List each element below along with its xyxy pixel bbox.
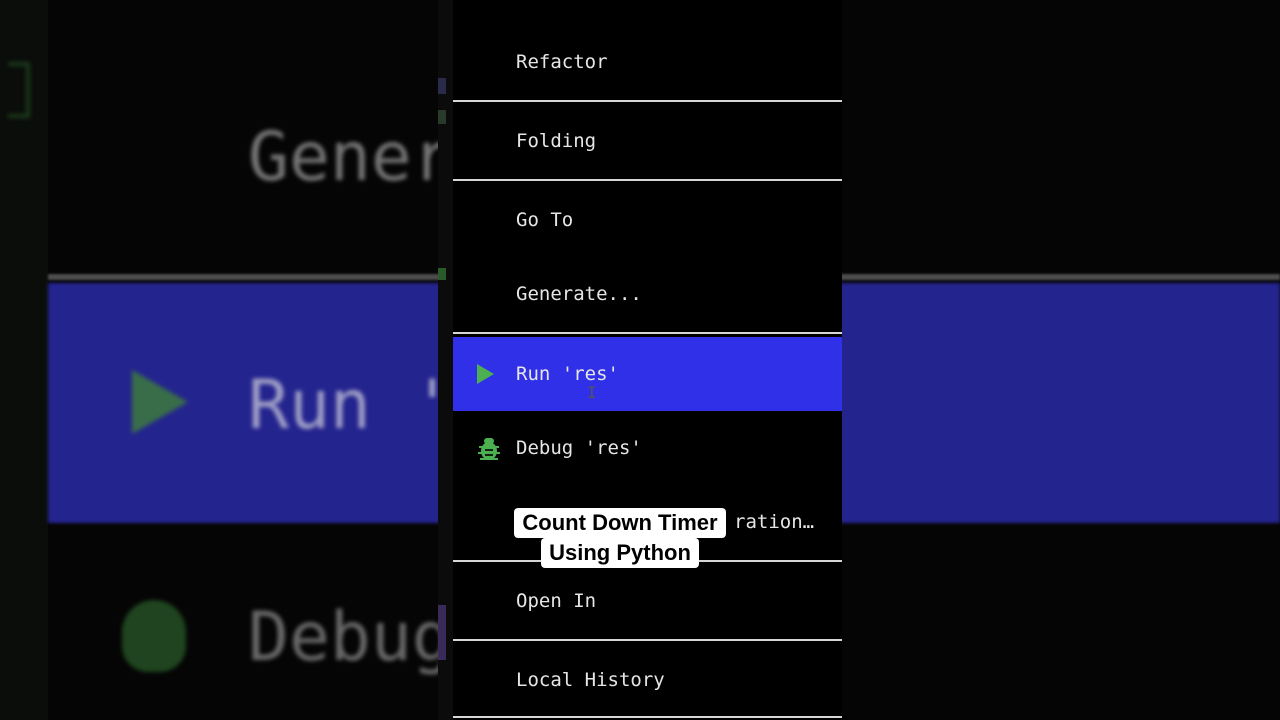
menu-item-label: Folding — [516, 130, 597, 152]
menu-separator — [453, 100, 842, 102]
menu-item-refactor[interactable]: Refactor — [453, 40, 842, 84]
gutter-mark — [438, 78, 446, 94]
menu-item-generate[interactable]: Generate... — [453, 272, 842, 316]
background-debug-text: Debug — [248, 598, 453, 677]
menu-item-label: Run 'res' — [516, 363, 619, 385]
play-icon — [477, 364, 497, 384]
menu-item-local-history[interactable]: Local History — [453, 658, 842, 702]
background-bracket — [8, 62, 30, 118]
editor-gutter — [438, 0, 454, 720]
menu-separator — [453, 179, 842, 181]
menu-separator — [453, 639, 842, 641]
background-bug-icon — [122, 600, 186, 672]
menu-item-label: Debug 'res' — [516, 437, 642, 459]
caption-line-1: Count Down Timer — [514, 508, 726, 538]
menu-separator — [453, 332, 842, 334]
menu-item-label: Generate... — [516, 283, 642, 305]
gutter-mark — [438, 268, 446, 280]
menu-item-go-to[interactable]: Go To — [453, 198, 842, 242]
menu-separator — [453, 716, 842, 718]
menu-item-label: Go To — [516, 209, 574, 231]
menu-item-label: Open In — [516, 590, 597, 612]
background-run-text: Run ' — [248, 366, 453, 445]
menu-item-debug[interactable]: Debug 'res' — [453, 426, 842, 470]
video-caption: Count Down Timer Using Python — [502, 508, 738, 568]
menu-item-label: Refactor — [516, 51, 608, 73]
caption-line-2: Using Python — [541, 538, 699, 568]
menu-item-run[interactable]: Run 'res' — [453, 337, 842, 411]
menu-item-label: Local History — [516, 669, 665, 691]
bug-icon — [477, 436, 500, 460]
menu-item-open-in[interactable]: Open In — [453, 579, 842, 623]
menu-item-folding[interactable]: Folding — [453, 119, 842, 163]
gutter-mark — [438, 605, 446, 660]
text-cursor-icon: I — [587, 383, 597, 402]
menu-item-label: ration… — [734, 511, 815, 533]
background-generate-text: Gener — [248, 118, 453, 197]
background-play-icon — [132, 370, 188, 434]
gutter-mark — [438, 110, 446, 124]
context-menu: Refactor Folding Go To Generate... Run '… — [453, 0, 842, 720]
